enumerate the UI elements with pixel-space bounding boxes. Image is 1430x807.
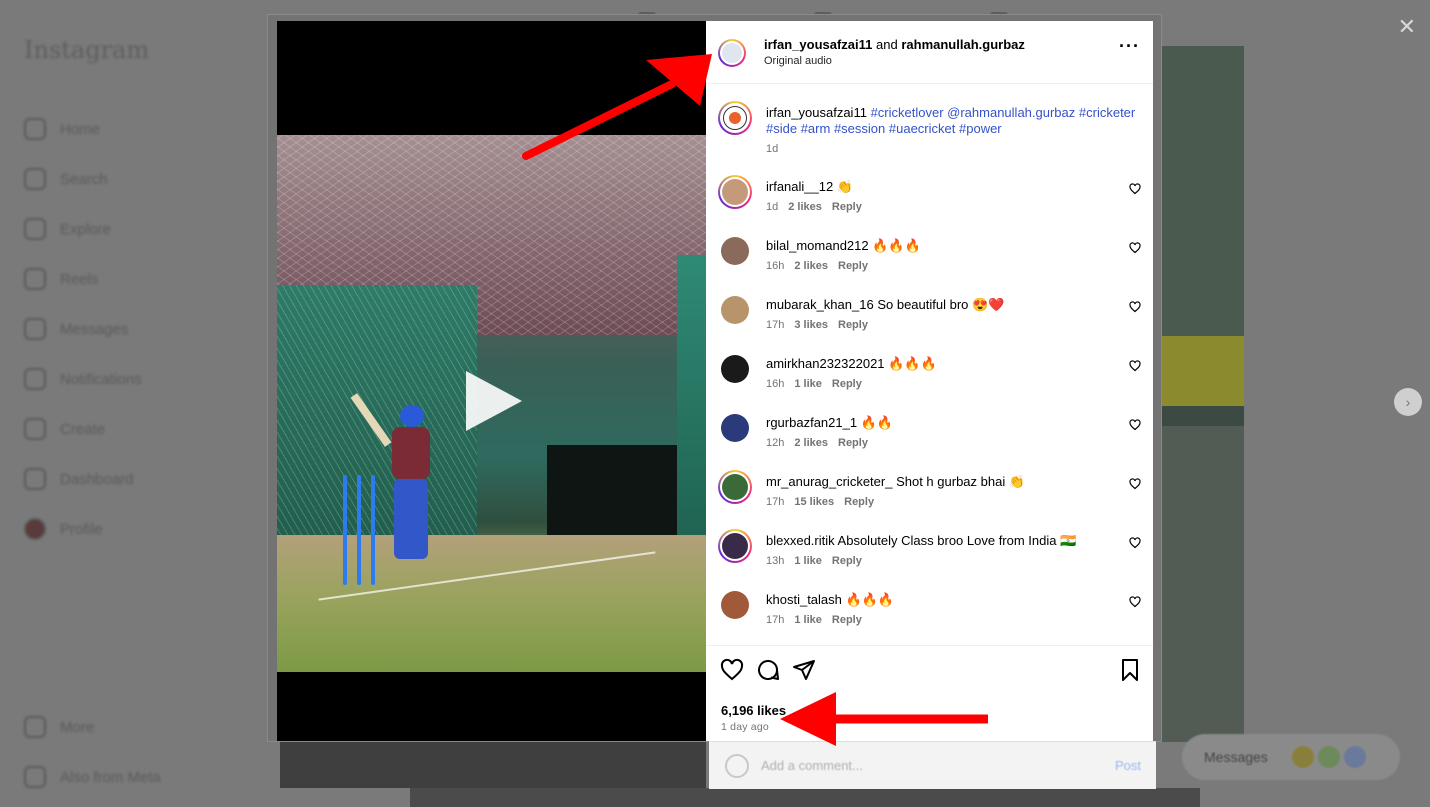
annotation-arrows (522, 54, 988, 746)
arrow-head-author (646, 54, 712, 106)
arrow-head-time (780, 692, 836, 746)
arrow-to-author (522, 80, 676, 160)
